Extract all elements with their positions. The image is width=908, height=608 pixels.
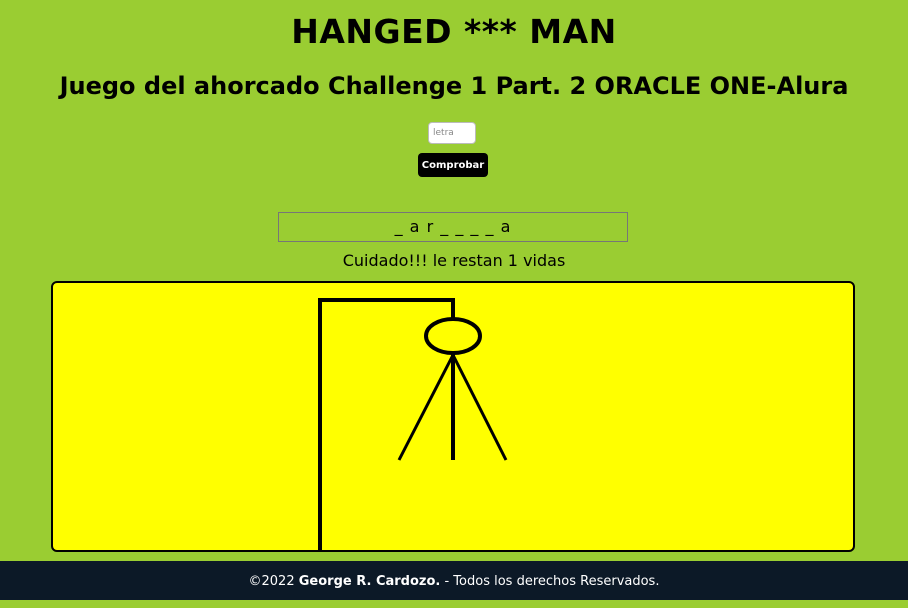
hangman-right-leg <box>451 354 508 461</box>
word-display: _ a r _ _ _ _ a <box>278 212 628 242</box>
hangman-head <box>424 317 482 355</box>
footer-rights: - Todos los derechos Reservados. <box>444 574 660 589</box>
letter-input[interactable] <box>428 122 476 144</box>
hangman-drawing-panel <box>51 281 855 552</box>
page-title: HANGED *** MAN <box>291 12 617 51</box>
footer-author: George R. Cardozo. <box>298 574 441 589</box>
footer-copyright: ©2022 <box>248 574 295 589</box>
hangman-drawing <box>318 298 508 550</box>
lives-status-message: Cuidado!!! le restan 1 vidas <box>342 251 566 270</box>
hangman-left-leg <box>397 354 455 461</box>
page-subtitle: Juego del ahorcado Challenge 1 Part. 2 O… <box>59 72 849 100</box>
page-footer: ©2022 George R. Cardozo. - Todos los der… <box>0 561 908 600</box>
check-button[interactable]: Comprobar <box>418 153 488 177</box>
